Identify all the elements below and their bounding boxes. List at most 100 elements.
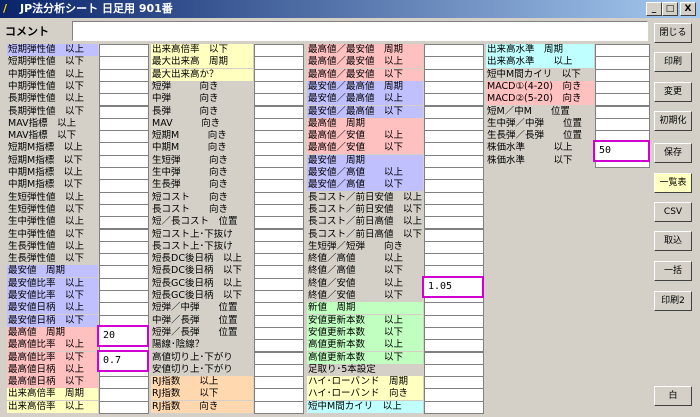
criteria-input[interactable]	[99, 56, 149, 70]
criteria-input[interactable]	[99, 376, 149, 390]
criteria-input[interactable]	[99, 228, 149, 242]
criteria-input[interactable]	[254, 203, 304, 218]
criteria-input[interactable]	[424, 142, 484, 156]
criteria-input[interactable]	[254, 216, 304, 230]
criteria-input[interactable]	[99, 302, 149, 316]
criteria-input[interactable]	[424, 216, 484, 230]
criteria-input[interactable]	[424, 68, 484, 82]
criteria-input[interactable]	[254, 388, 304, 402]
close-window-button[interactable]: X	[680, 2, 696, 16]
criteria-input[interactable]	[254, 253, 304, 267]
criteria-input[interactable]	[424, 253, 484, 267]
criteria-input[interactable]	[254, 400, 304, 414]
criteria-input[interactable]	[99, 277, 149, 291]
criteria-value[interactable]: 1.05	[422, 275, 484, 298]
save-button[interactable]: 保存	[654, 143, 692, 163]
criteria-input[interactable]	[254, 117, 304, 132]
criteria-value[interactable]: 0.7	[97, 349, 149, 372]
criteria-input[interactable]	[254, 191, 304, 205]
criteria-input[interactable]	[595, 68, 650, 82]
white-button[interactable]: 白	[654, 386, 692, 406]
criteria-value[interactable]: 20	[97, 324, 149, 347]
change-button[interactable]: 変更	[654, 82, 692, 102]
criteria-input[interactable]	[424, 191, 484, 205]
criteria-input[interactable]	[99, 167, 149, 181]
criteria-input[interactable]	[254, 105, 304, 119]
criteria-input[interactable]	[424, 203, 484, 218]
criteria-input[interactable]	[254, 339, 304, 353]
print-button[interactable]: 印刷	[654, 52, 692, 72]
criteria-input[interactable]	[254, 326, 304, 341]
comment-input[interactable]	[72, 21, 648, 41]
criteria-input[interactable]	[424, 167, 484, 181]
criteria-input[interactable]	[254, 277, 304, 291]
criteria-input[interactable]	[99, 93, 149, 107]
criteria-input[interactable]	[99, 253, 149, 267]
criteria-input[interactable]	[99, 154, 149, 168]
criteria-input[interactable]	[99, 105, 149, 119]
criteria-input[interactable]	[254, 167, 304, 181]
criteria-input[interactable]	[254, 265, 304, 279]
criteria-input[interactable]	[254, 142, 304, 156]
criteria-input[interactable]	[424, 117, 484, 132]
criteria-input[interactable]	[99, 44, 149, 58]
criteria-input[interactable]	[595, 44, 650, 58]
criteria-input[interactable]	[424, 400, 484, 414]
criteria-input[interactable]	[254, 240, 304, 255]
criteria-input[interactable]	[424, 351, 484, 365]
list-button[interactable]: 一覧表	[654, 173, 692, 193]
criteria-input[interactable]	[99, 388, 149, 402]
criteria-input[interactable]	[424, 326, 484, 341]
criteria-input[interactable]	[99, 179, 149, 193]
csv-button[interactable]: CSV	[654, 202, 692, 222]
criteria-input[interactable]	[424, 105, 484, 119]
criteria-input[interactable]	[424, 154, 484, 168]
criteria-input[interactable]	[254, 93, 304, 107]
criteria-input[interactable]	[254, 376, 304, 390]
criteria-input[interactable]	[595, 117, 650, 132]
criteria-input[interactable]	[424, 228, 484, 242]
criteria-input[interactable]	[99, 290, 149, 304]
criteria-input[interactable]	[424, 339, 484, 353]
criteria-input[interactable]	[99, 191, 149, 205]
criteria-input[interactable]	[99, 130, 149, 144]
criteria-input[interactable]	[99, 400, 149, 414]
criteria-input[interactable]	[424, 388, 484, 402]
import-button[interactable]: 取込	[654, 231, 692, 251]
criteria-input[interactable]	[99, 203, 149, 218]
criteria-input[interactable]	[254, 130, 304, 144]
criteria-input[interactable]	[424, 44, 484, 58]
criteria-input[interactable]	[99, 216, 149, 230]
criteria-input[interactable]	[254, 290, 304, 304]
criteria-input[interactable]	[254, 80, 304, 95]
criteria-input[interactable]	[424, 363, 484, 378]
criteria-input[interactable]	[595, 56, 650, 70]
close-button[interactable]: 閉じる	[654, 23, 692, 43]
criteria-input[interactable]	[595, 80, 650, 95]
criteria-input[interactable]	[254, 56, 304, 70]
criteria-input[interactable]	[99, 80, 149, 95]
criteria-input[interactable]	[254, 179, 304, 193]
criteria-input[interactable]	[424, 179, 484, 193]
criteria-input[interactable]	[99, 68, 149, 82]
criteria-input[interactable]	[254, 314, 304, 328]
criteria-input[interactable]	[99, 265, 149, 279]
criteria-input[interactable]	[254, 68, 304, 82]
criteria-input[interactable]	[254, 302, 304, 316]
criteria-input[interactable]	[254, 351, 304, 365]
criteria-input[interactable]	[424, 93, 484, 107]
criteria-input[interactable]	[595, 93, 650, 107]
criteria-input[interactable]	[424, 314, 484, 328]
criteria-input[interactable]	[99, 117, 149, 132]
batch-button[interactable]: 一括	[654, 261, 692, 281]
minimize-button[interactable]: _	[646, 2, 662, 16]
criteria-input[interactable]	[595, 105, 650, 119]
print2-button[interactable]: 印刷2	[654, 291, 692, 311]
criteria-value[interactable]: 50	[593, 140, 650, 163]
criteria-input[interactable]	[99, 142, 149, 156]
criteria-input[interactable]	[99, 240, 149, 255]
maximize-button[interactable]: □	[662, 2, 678, 16]
criteria-input[interactable]	[424, 240, 484, 255]
criteria-input[interactable]	[254, 363, 304, 378]
criteria-input[interactable]	[424, 80, 484, 95]
